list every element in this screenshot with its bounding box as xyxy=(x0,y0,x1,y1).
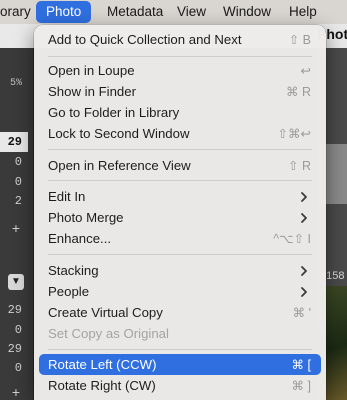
menubar-window[interactable]: Window xyxy=(223,0,271,24)
count-label: 0 xyxy=(14,361,22,375)
menu-item-show-in-finder[interactable]: Show in Finder ⌘ R xyxy=(39,81,321,102)
menu-item-label: Open in Loupe xyxy=(48,63,135,78)
menu-item-open-in-loupe[interactable]: Open in Loupe ↩ xyxy=(39,60,321,81)
menu-item-label: Create Virtual Copy xyxy=(48,305,163,320)
chevron-right-icon xyxy=(301,192,307,202)
menu-separator xyxy=(48,349,312,350)
chevron-right-icon xyxy=(301,287,307,297)
menu-item-label: Add to Quick Collection and Next xyxy=(48,32,242,47)
shortcut-label: ↩ xyxy=(300,64,311,78)
menu-item-label: Open in Reference View xyxy=(48,158,191,173)
menu-item-edit-in[interactable]: Edit In xyxy=(39,186,321,207)
menu-item-label: Enhance... xyxy=(48,231,112,246)
menu-item-label: Photo Merge xyxy=(48,210,124,225)
count-label: 29 xyxy=(0,132,28,152)
shortcut-label: ⇧ R xyxy=(288,159,311,173)
count-label: 0 xyxy=(14,155,22,169)
photo-menu: Add to Quick Collection and Next ⇧ B Ope… xyxy=(34,25,326,400)
menu-item-people[interactable]: People xyxy=(39,281,321,302)
menu-separator xyxy=(48,149,312,150)
triangle-down-icon[interactable]: ▼ xyxy=(8,274,24,290)
menu-item-enhance[interactable]: Enhance... ^⌥⇧ I xyxy=(39,228,321,249)
menu-item-label: Go to Folder in Library xyxy=(48,105,180,120)
menu-item-label: Edit In xyxy=(48,189,86,204)
shortcut-label: ⌘ R xyxy=(286,85,311,99)
menu-item-rotate-right[interactable]: Rotate Right (CW) ⌘ ] xyxy=(39,375,321,396)
shortcut-label: ⇧ B xyxy=(288,33,311,47)
menu-item-create-virtual-copy[interactable]: Create Virtual Copy ⌘ ' xyxy=(39,302,321,323)
menu-item-rotate-left[interactable]: Rotate Left (CCW) ⌘ [ xyxy=(39,354,321,375)
menu-item-lock-to-second-window[interactable]: Lock to Second Window ⇧⌘↩ xyxy=(39,123,321,144)
menu-item-label: People xyxy=(48,284,90,299)
shortcut-label: ⌘ ' xyxy=(292,306,311,320)
menubar-metadata[interactable]: Metadata xyxy=(107,0,163,24)
menu-item-set-copy-as-original: Set Copy as Original xyxy=(39,323,321,344)
chevron-right-icon xyxy=(301,213,307,223)
count-label: 0 xyxy=(14,323,22,337)
left-panel: 5% 29 0 0 2 + ▼ 29 0 29 0 + xyxy=(0,48,33,400)
menu-item-label: Stacking xyxy=(48,263,99,278)
count-label: 29 xyxy=(7,303,22,317)
add-icon[interactable]: + xyxy=(8,384,24,400)
menubar-view[interactable]: View xyxy=(177,0,206,24)
shortcut-label: ⌘ [ xyxy=(291,358,311,372)
menubar-library[interactable]: orary xyxy=(0,0,31,24)
menu-item-stacking[interactable]: Stacking xyxy=(39,260,321,281)
add-icon[interactable]: + xyxy=(8,220,24,236)
count-label: 2 xyxy=(14,194,22,208)
shortcut-label: ⇧⌘↩ xyxy=(277,127,311,141)
menu-bar: orary Photo Metadata View Window Help xyxy=(0,0,347,24)
menubar-photo[interactable]: Photo xyxy=(36,1,92,23)
shortcut-label: ⌘ ] xyxy=(291,379,311,393)
menu-separator xyxy=(48,56,312,57)
menubar-help[interactable]: Help xyxy=(289,0,317,24)
menu-item-open-in-reference-view[interactable]: Open in Reference View ⇧ R xyxy=(39,155,321,176)
chevron-right-icon xyxy=(301,266,307,276)
menu-separator xyxy=(48,254,312,255)
shortcut-label: ^⌥⇧ I xyxy=(273,232,311,246)
menu-item-label: Set Copy as Original xyxy=(48,326,169,341)
menu-item-label: Lock to Second Window xyxy=(48,126,190,141)
count-label: 29 xyxy=(7,342,22,356)
menu-item-go-to-folder[interactable]: Go to Folder in Library xyxy=(39,102,321,123)
menu-separator xyxy=(48,180,312,181)
menu-item-add-to-quick-collection[interactable]: Add to Quick Collection and Next ⇧ B xyxy=(39,29,321,50)
menu-item-label: Rotate Right (CW) xyxy=(48,378,156,393)
menu-item-label: Show in Finder xyxy=(48,84,136,99)
zoom-fragment: 5% xyxy=(9,78,22,89)
menu-item-photo-merge[interactable]: Photo Merge xyxy=(39,207,321,228)
count-label: 0 xyxy=(14,175,22,189)
menu-item-label: Rotate Left (CCW) xyxy=(48,357,157,372)
